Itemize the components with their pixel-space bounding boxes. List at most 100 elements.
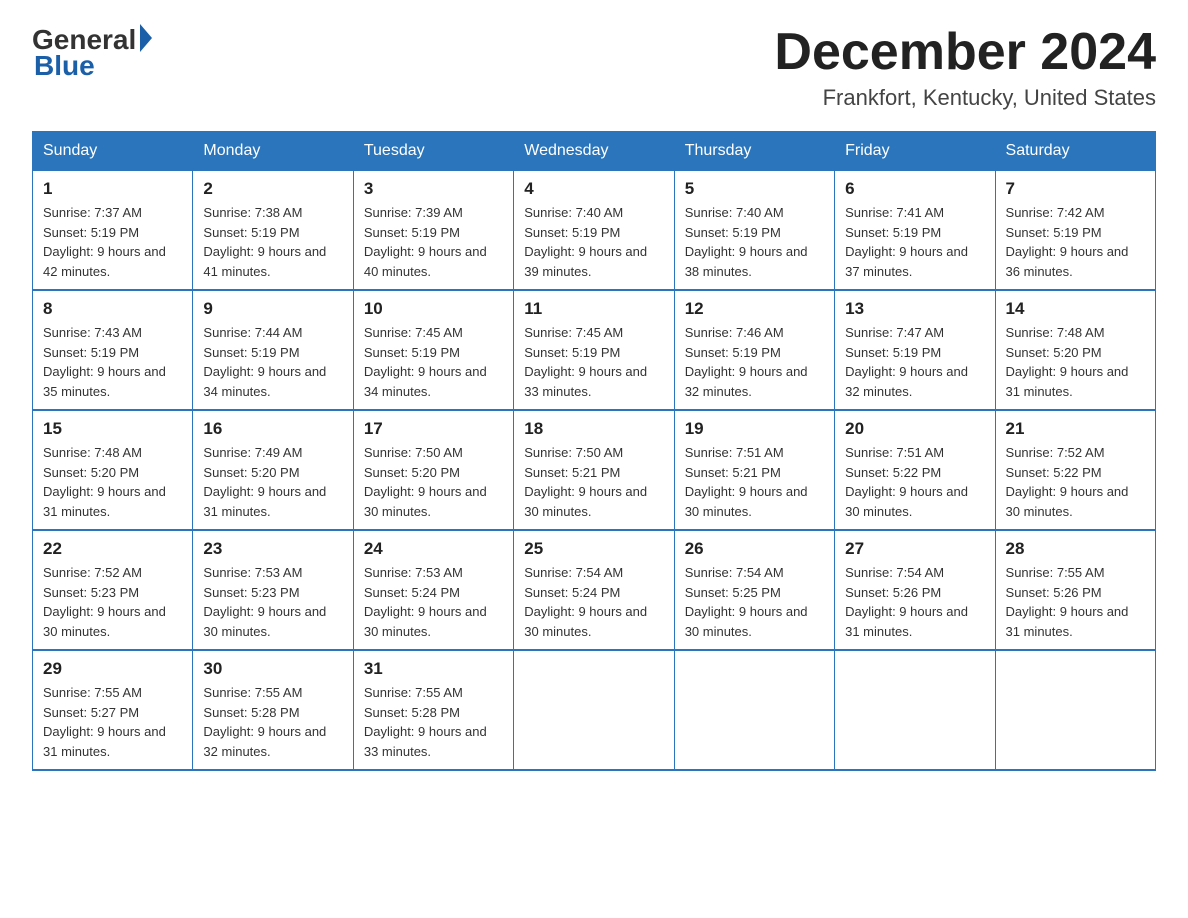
calendar-cell — [835, 650, 995, 770]
calendar-table: SundayMondayTuesdayWednesdayThursdayFrid… — [32, 131, 1156, 771]
day-number: 21 — [1006, 419, 1145, 439]
calendar-week-row: 15 Sunrise: 7:48 AMSunset: 5:20 PMDaylig… — [33, 410, 1156, 530]
day-number: 24 — [364, 539, 503, 559]
calendar-cell: 18 Sunrise: 7:50 AMSunset: 5:21 PMDaylig… — [514, 410, 674, 530]
day-number: 22 — [43, 539, 182, 559]
calendar-cell: 26 Sunrise: 7:54 AMSunset: 5:25 PMDaylig… — [674, 530, 834, 650]
calendar-cell: 10 Sunrise: 7:45 AMSunset: 5:19 PMDaylig… — [353, 290, 513, 410]
calendar-cell: 25 Sunrise: 7:54 AMSunset: 5:24 PMDaylig… — [514, 530, 674, 650]
calendar-week-row: 8 Sunrise: 7:43 AMSunset: 5:19 PMDayligh… — [33, 290, 1156, 410]
day-info: Sunrise: 7:54 AMSunset: 5:24 PMDaylight:… — [524, 563, 663, 641]
calendar-cell: 11 Sunrise: 7:45 AMSunset: 5:19 PMDaylig… — [514, 290, 674, 410]
day-info: Sunrise: 7:40 AMSunset: 5:19 PMDaylight:… — [685, 203, 824, 281]
day-info: Sunrise: 7:55 AMSunset: 5:26 PMDaylight:… — [1006, 563, 1145, 641]
calendar-header-friday: Friday — [835, 132, 995, 171]
calendar-header-monday: Monday — [193, 132, 353, 171]
logo-triangle-icon — [140, 24, 152, 52]
day-info: Sunrise: 7:49 AMSunset: 5:20 PMDaylight:… — [203, 443, 342, 521]
day-info: Sunrise: 7:46 AMSunset: 5:19 PMDaylight:… — [685, 323, 824, 401]
logo-blue-text: Blue — [34, 50, 95, 82]
calendar-cell: 5 Sunrise: 7:40 AMSunset: 5:19 PMDayligh… — [674, 171, 834, 291]
day-number: 4 — [524, 179, 663, 199]
day-number: 23 — [203, 539, 342, 559]
day-info: Sunrise: 7:41 AMSunset: 5:19 PMDaylight:… — [845, 203, 984, 281]
calendar-header-sunday: Sunday — [33, 132, 193, 171]
calendar-cell: 27 Sunrise: 7:54 AMSunset: 5:26 PMDaylig… — [835, 530, 995, 650]
day-info: Sunrise: 7:54 AMSunset: 5:26 PMDaylight:… — [845, 563, 984, 641]
day-number: 20 — [845, 419, 984, 439]
calendar-header-tuesday: Tuesday — [353, 132, 513, 171]
day-info: Sunrise: 7:51 AMSunset: 5:22 PMDaylight:… — [845, 443, 984, 521]
calendar-cell — [674, 650, 834, 770]
calendar-cell: 14 Sunrise: 7:48 AMSunset: 5:20 PMDaylig… — [995, 290, 1155, 410]
calendar-week-row: 1 Sunrise: 7:37 AMSunset: 5:19 PMDayligh… — [33, 171, 1156, 291]
location-title: Frankfort, Kentucky, United States — [774, 85, 1156, 111]
calendar-cell: 3 Sunrise: 7:39 AMSunset: 5:19 PMDayligh… — [353, 171, 513, 291]
day-info: Sunrise: 7:52 AMSunset: 5:23 PMDaylight:… — [43, 563, 182, 641]
day-info: Sunrise: 7:47 AMSunset: 5:19 PMDaylight:… — [845, 323, 984, 401]
day-number: 28 — [1006, 539, 1145, 559]
logo: General Blue — [32, 24, 152, 82]
calendar-cell: 16 Sunrise: 7:49 AMSunset: 5:20 PMDaylig… — [193, 410, 353, 530]
month-title: December 2024 — [774, 24, 1156, 81]
day-number: 8 — [43, 299, 182, 319]
calendar-header-thursday: Thursday — [674, 132, 834, 171]
calendar-cell: 23 Sunrise: 7:53 AMSunset: 5:23 PMDaylig… — [193, 530, 353, 650]
day-number: 29 — [43, 659, 182, 679]
calendar-cell: 7 Sunrise: 7:42 AMSunset: 5:19 PMDayligh… — [995, 171, 1155, 291]
calendar-cell: 22 Sunrise: 7:52 AMSunset: 5:23 PMDaylig… — [33, 530, 193, 650]
calendar-cell: 17 Sunrise: 7:50 AMSunset: 5:20 PMDaylig… — [353, 410, 513, 530]
calendar-cell: 28 Sunrise: 7:55 AMSunset: 5:26 PMDaylig… — [995, 530, 1155, 650]
calendar-cell: 8 Sunrise: 7:43 AMSunset: 5:19 PMDayligh… — [33, 290, 193, 410]
calendar-cell: 13 Sunrise: 7:47 AMSunset: 5:19 PMDaylig… — [835, 290, 995, 410]
day-number: 31 — [364, 659, 503, 679]
day-number: 16 — [203, 419, 342, 439]
day-number: 2 — [203, 179, 342, 199]
day-info: Sunrise: 7:53 AMSunset: 5:23 PMDaylight:… — [203, 563, 342, 641]
calendar-header-wednesday: Wednesday — [514, 132, 674, 171]
calendar-cell: 30 Sunrise: 7:55 AMSunset: 5:28 PMDaylig… — [193, 650, 353, 770]
calendar-cell: 31 Sunrise: 7:55 AMSunset: 5:28 PMDaylig… — [353, 650, 513, 770]
day-info: Sunrise: 7:44 AMSunset: 5:19 PMDaylight:… — [203, 323, 342, 401]
day-info: Sunrise: 7:48 AMSunset: 5:20 PMDaylight:… — [43, 443, 182, 521]
calendar-cell: 21 Sunrise: 7:52 AMSunset: 5:22 PMDaylig… — [995, 410, 1155, 530]
calendar-cell: 20 Sunrise: 7:51 AMSunset: 5:22 PMDaylig… — [835, 410, 995, 530]
calendar-cell: 2 Sunrise: 7:38 AMSunset: 5:19 PMDayligh… — [193, 171, 353, 291]
day-info: Sunrise: 7:45 AMSunset: 5:19 PMDaylight:… — [364, 323, 503, 401]
day-info: Sunrise: 7:40 AMSunset: 5:19 PMDaylight:… — [524, 203, 663, 281]
day-info: Sunrise: 7:51 AMSunset: 5:21 PMDaylight:… — [685, 443, 824, 521]
day-info: Sunrise: 7:37 AMSunset: 5:19 PMDaylight:… — [43, 203, 182, 281]
calendar-week-row: 29 Sunrise: 7:55 AMSunset: 5:27 PMDaylig… — [33, 650, 1156, 770]
day-number: 18 — [524, 419, 663, 439]
day-info: Sunrise: 7:52 AMSunset: 5:22 PMDaylight:… — [1006, 443, 1145, 521]
calendar-cell: 4 Sunrise: 7:40 AMSunset: 5:19 PMDayligh… — [514, 171, 674, 291]
calendar-header-saturday: Saturday — [995, 132, 1155, 171]
day-number: 17 — [364, 419, 503, 439]
day-number: 12 — [685, 299, 824, 319]
page-header: General Blue December 2024 Frankfort, Ke… — [32, 24, 1156, 111]
day-number: 5 — [685, 179, 824, 199]
day-number: 13 — [845, 299, 984, 319]
calendar-header-row: SundayMondayTuesdayWednesdayThursdayFrid… — [33, 132, 1156, 171]
calendar-cell: 12 Sunrise: 7:46 AMSunset: 5:19 PMDaylig… — [674, 290, 834, 410]
day-info: Sunrise: 7:42 AMSunset: 5:19 PMDaylight:… — [1006, 203, 1145, 281]
day-info: Sunrise: 7:45 AMSunset: 5:19 PMDaylight:… — [524, 323, 663, 401]
title-section: December 2024 Frankfort, Kentucky, Unite… — [774, 24, 1156, 111]
calendar-cell — [514, 650, 674, 770]
day-info: Sunrise: 7:43 AMSunset: 5:19 PMDaylight:… — [43, 323, 182, 401]
day-info: Sunrise: 7:38 AMSunset: 5:19 PMDaylight:… — [203, 203, 342, 281]
day-number: 10 — [364, 299, 503, 319]
day-number: 27 — [845, 539, 984, 559]
day-info: Sunrise: 7:55 AMSunset: 5:28 PMDaylight:… — [203, 683, 342, 761]
day-number: 6 — [845, 179, 984, 199]
calendar-cell: 6 Sunrise: 7:41 AMSunset: 5:19 PMDayligh… — [835, 171, 995, 291]
day-number: 1 — [43, 179, 182, 199]
day-info: Sunrise: 7:39 AMSunset: 5:19 PMDaylight:… — [364, 203, 503, 281]
calendar-cell: 9 Sunrise: 7:44 AMSunset: 5:19 PMDayligh… — [193, 290, 353, 410]
day-number: 26 — [685, 539, 824, 559]
calendar-cell: 19 Sunrise: 7:51 AMSunset: 5:21 PMDaylig… — [674, 410, 834, 530]
day-number: 14 — [1006, 299, 1145, 319]
calendar-cell: 1 Sunrise: 7:37 AMSunset: 5:19 PMDayligh… — [33, 171, 193, 291]
day-info: Sunrise: 7:50 AMSunset: 5:20 PMDaylight:… — [364, 443, 503, 521]
day-number: 19 — [685, 419, 824, 439]
